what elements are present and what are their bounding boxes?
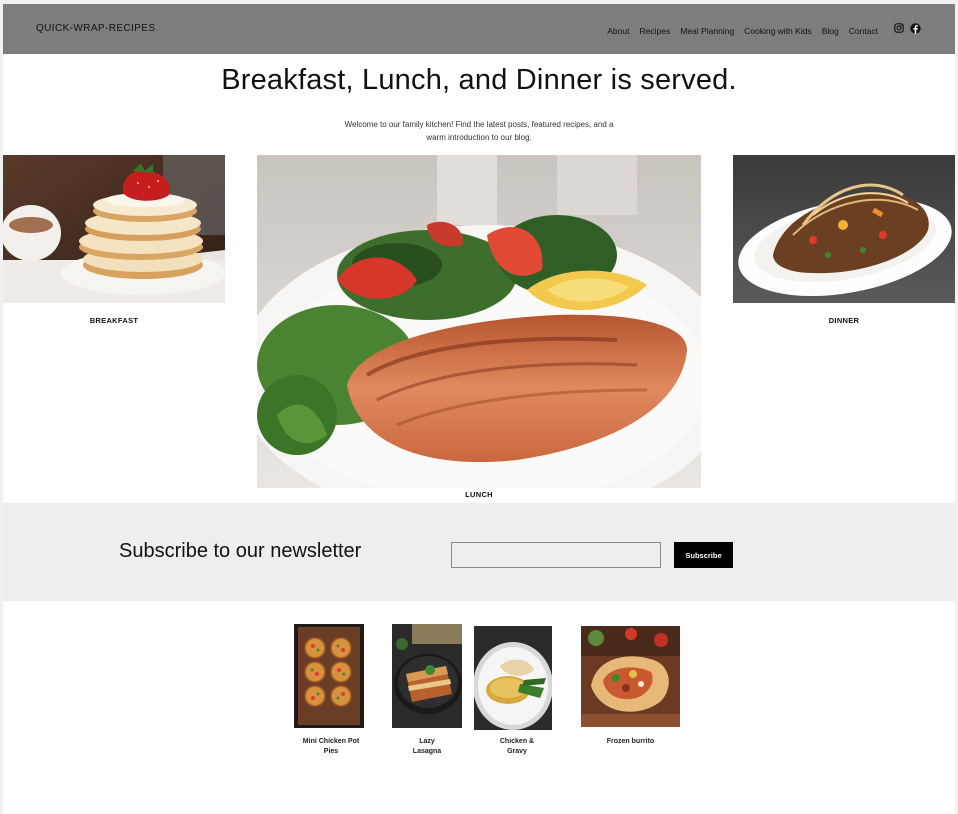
hero-subtitle-line-2: warm introduction to our blog. — [426, 133, 532, 142]
hero-subtitle: Welcome to our family kitchen! Find the … — [329, 118, 629, 144]
newsletter-email-input[interactable] — [451, 542, 661, 568]
nav-about[interactable]: About — [607, 26, 629, 36]
page-title: Breakfast, Lunch, and Dinner is served. — [221, 64, 737, 96]
lunch-label[interactable]: LUNCH — [257, 490, 701, 499]
recipe-image-frozen-burrito[interactable] — [581, 626, 680, 727]
nav-blog[interactable]: Blog — [822, 26, 839, 36]
hero-subtitle-line-1: Welcome to our family kitchen! Find the … — [344, 120, 614, 129]
nav-contact[interactable]: Contact — [849, 26, 878, 36]
recipe-label-line-2: Lasagna — [412, 748, 442, 755]
dinner-label[interactable]: DINNER — [733, 316, 955, 325]
dinner-image[interactable] — [733, 155, 955, 303]
facebook-icon[interactable] — [910, 23, 921, 34]
nav-recipes[interactable]: Recipes — [640, 26, 671, 36]
recipe-label-line-2: Pies — [323, 748, 339, 755]
breakfast-label[interactable]: BREAKFAST — [3, 316, 225, 325]
nav-cooking-with-kids[interactable]: Cooking with Kids — [744, 26, 812, 36]
recipe-label-line-1: Mini Chicken Pot — [302, 738, 360, 745]
recipe-label-frozen-burrito[interactable]: Frozen burrito — [581, 737, 680, 747]
recipe-label-line-1: Chicken & — [499, 738, 535, 745]
recipe-image-mini-chicken-pot-pies[interactable] — [294, 624, 364, 728]
recipe-label-line-1: Frozen burrito — [606, 738, 655, 745]
site-title[interactable]: QUICK-WRAP-RECIPES — [36, 23, 155, 34]
main-nav: About Recipes Meal Planning Cooking with… — [607, 26, 878, 36]
subscribe-button[interactable]: Subscribe — [674, 542, 733, 568]
recipe-label-line-2: Gravy — [507, 748, 527, 755]
recipe-image-lazy-lasagna[interactable] — [392, 624, 462, 728]
recipe-label-chicken-and-gravy[interactable]: Chicken & Gravy — [474, 737, 560, 757]
site-header: QUICK-WRAP-RECIPES About Recipes Meal Pl… — [3, 4, 955, 54]
newsletter-title: Subscribe to our newsletter — [119, 540, 362, 562]
breakfast-image[interactable] — [3, 155, 225, 303]
recipe-image-chicken-and-gravy[interactable] — [474, 626, 552, 730]
instagram-icon[interactable] — [894, 23, 904, 34]
recipe-label-lazy-lasagna[interactable]: Lazy Lasagna — [392, 737, 462, 757]
newsletter-section: Subscribe to our newsletter Subscribe — [3, 503, 955, 601]
page: QUICK-WRAP-RECIPES About Recipes Meal Pl… — [3, 4, 955, 814]
lunch-image[interactable] — [257, 155, 701, 488]
social-links — [894, 23, 921, 34]
recipe-label-mini-chicken-pot-pies[interactable]: Mini Chicken Pot Pies — [294, 737, 368, 757]
nav-meal-planning[interactable]: Meal Planning — [680, 26, 734, 36]
recipe-label-line-1: Lazy — [419, 738, 435, 745]
